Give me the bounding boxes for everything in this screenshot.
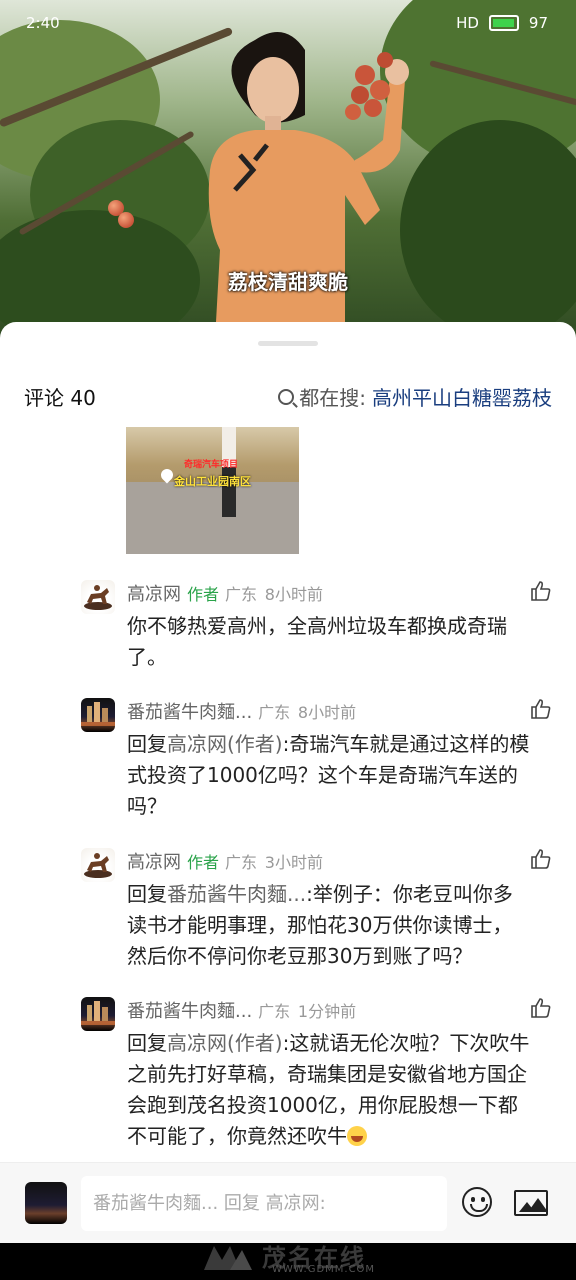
- comment-image-thumbnail[interactable]: 奇瑞汽车项目 金山工业园南区: [126, 427, 299, 554]
- lychee-fruit: [118, 212, 134, 228]
- comment-input-field[interactable]: 番茄酱牛肉麵... 回复 高凉网:: [81, 1176, 447, 1231]
- comment-meta: 番茄酱牛肉麵... 广东 1分钟前: [127, 997, 356, 1023]
- comment-line: 读书才能明事理，那怕花30万供你读博士，: [127, 913, 513, 937]
- search-prefix: 都在搜:: [299, 386, 366, 410]
- comment-input-bar: 番茄酱牛肉麵... 回复 高凉网:: [0, 1162, 576, 1244]
- avatar[interactable]: [81, 698, 115, 732]
- comments-sheet: 评论 40 都在搜: 高州平山白糖罂荔枝 奇瑞汽车项目 金山工业园南区 高凉网作…: [0, 322, 576, 1242]
- watermark-url: WWW.GDMM.COM: [272, 1264, 376, 1275]
- comment-line-text: :举例子：你老豆叫你多: [306, 882, 513, 906]
- battery-level: 97: [528, 14, 548, 32]
- city-night-icon: [81, 1001, 115, 1025]
- thumbnail-caption-2: 金山工业园南区: [174, 475, 251, 488]
- comment-line-text: 不可能了，你竟然还吹牛: [127, 1124, 347, 1148]
- comment-line-text: :这就语无伦次啦？下次吹牛: [282, 1031, 530, 1055]
- comment-line: 了。: [127, 645, 167, 669]
- comment-line: 式投资了1000亿吗？这个车是奇瑞汽车送的: [127, 763, 518, 787]
- avatar[interactable]: [81, 997, 115, 1031]
- comment-time: 3小时前: [264, 853, 323, 872]
- sheet-drag-handle[interactable]: [258, 341, 318, 346]
- network-label: HD: [456, 14, 479, 32]
- comment-location: 广东: [225, 853, 258, 872]
- avatar[interactable]: [81, 580, 115, 614]
- reply-target[interactable]: 番茄酱牛肉麵...: [167, 882, 306, 906]
- video-subtitle: 荔枝清甜爽脆: [228, 270, 348, 294]
- battery-icon: [488, 15, 519, 31]
- comment-line: 回复高凉网(作者):奇瑞汽车就是通过这样的模: [127, 729, 557, 760]
- thumbnail-caption-1: 奇瑞汽车项目: [184, 460, 239, 470]
- comment-location: 广东: [225, 585, 258, 604]
- comment-line: 不可能了，你竟然还吹牛: [127, 1121, 557, 1152]
- thumbs-up-icon[interactable]: [530, 580, 552, 602]
- comments-header: 评论 40 都在搜: 高州平山白糖罂荔枝: [24, 382, 552, 412]
- horse-rider-icon: [84, 585, 112, 610]
- search-query-link[interactable]: 高州平山白糖罂荔枝: [372, 382, 552, 411]
- thumbnail-road: [126, 482, 299, 554]
- laughing-crying-emoji-icon: [347, 1126, 367, 1146]
- my-avatar[interactable]: [25, 1182, 67, 1224]
- location-pin-icon: [158, 466, 176, 484]
- comment-line: 然后你不停问你老豆那30万到账了吗？: [127, 944, 473, 968]
- comment-username[interactable]: 番茄酱牛肉麵...: [127, 1001, 252, 1022]
- author-badge: 作者: [187, 585, 220, 604]
- horse-rider-icon: [84, 853, 112, 878]
- comment-meta: 高凉网 作者 广东 3小时前: [127, 848, 323, 874]
- comment-line: 吗？: [127, 794, 167, 818]
- comment-time: 8小时前: [264, 585, 323, 604]
- reply-target[interactable]: 高凉网(作者): [167, 1031, 283, 1055]
- trending-search[interactable]: 都在搜: 高州平山白糖罂荔枝: [278, 382, 552, 411]
- avatar[interactable]: [81, 848, 115, 882]
- comment-time: 8小时前: [297, 703, 357, 722]
- comment-text: 回复番茄酱牛肉麵...:举例子：你老豆叫你多 读书才能明事理，那怕花30万供你读…: [127, 879, 557, 972]
- comment-line-text: :奇瑞汽车就是通过这样的模: [282, 732, 530, 756]
- comment-line: 回复高凉网(作者):这就语无伦次啦？下次吹牛: [127, 1028, 557, 1059]
- search-icon: [278, 388, 295, 405]
- reply-prefix: 回复: [127, 732, 167, 756]
- foliage: [400, 120, 576, 340]
- thumbs-up-icon[interactable]: [530, 848, 552, 870]
- watermark-logo-icon: [204, 1246, 252, 1270]
- comment-location: 广东: [258, 1002, 291, 1021]
- emoji-button-icon[interactable]: [462, 1187, 492, 1217]
- thumbs-up-icon[interactable]: [530, 997, 552, 1019]
- status-bar: 2:40 HD 97: [0, 10, 576, 40]
- comment-text: 你不够热爱高州，全高州垃圾车都换成奇瑞 了。: [127, 611, 557, 673]
- comment-meta: 番茄酱牛肉麵... 广东 8小时前: [127, 698, 356, 724]
- thumbs-up-icon[interactable]: [530, 698, 552, 720]
- comment-meta: 高凉网 作者 广东 8小时前: [127, 580, 323, 606]
- comment-username[interactable]: 高凉网: [127, 584, 181, 605]
- comment-text: 回复高凉网(作者):奇瑞汽车就是通过这样的模 式投资了1000亿吗？这个车是奇瑞…: [127, 729, 557, 822]
- comment-count: 评论 40: [24, 386, 96, 410]
- comment-line: 之前先打好草稿，奇瑞集团是安徽省地方国企: [127, 1062, 527, 1086]
- image-picker-icon[interactable]: [514, 1190, 548, 1216]
- comment-line: 你不够热爱高州，全高州垃圾车都换成奇瑞: [127, 614, 507, 638]
- comment-line: 会跑到茂名投资1000亿，用你屁股想一下都: [127, 1093, 518, 1117]
- city-night-icon: [81, 702, 115, 726]
- reply-target[interactable]: 高凉网(作者): [167, 732, 283, 756]
- comment-username[interactable]: 高凉网: [127, 852, 181, 873]
- reply-prefix: 回复: [127, 1031, 167, 1055]
- comment-location: 广东: [258, 703, 291, 722]
- comment-text: 回复高凉网(作者):这就语无伦次啦？下次吹牛 之前先打好草稿，奇瑞集团是安徽省地…: [127, 1028, 557, 1152]
- video-player[interactable]: 2:40 HD 97 荔枝清甜爽脆: [0, 0, 576, 340]
- comment-line: 回复番茄酱牛肉麵...:举例子：你老豆叫你多: [127, 879, 557, 910]
- reply-prefix: 回复: [127, 882, 167, 906]
- comment-username[interactable]: 番茄酱牛肉麵...: [127, 702, 252, 723]
- status-time: 2:40: [26, 14, 60, 32]
- comment-time: 1分钟前: [297, 1002, 357, 1021]
- author-badge: 作者: [187, 853, 220, 872]
